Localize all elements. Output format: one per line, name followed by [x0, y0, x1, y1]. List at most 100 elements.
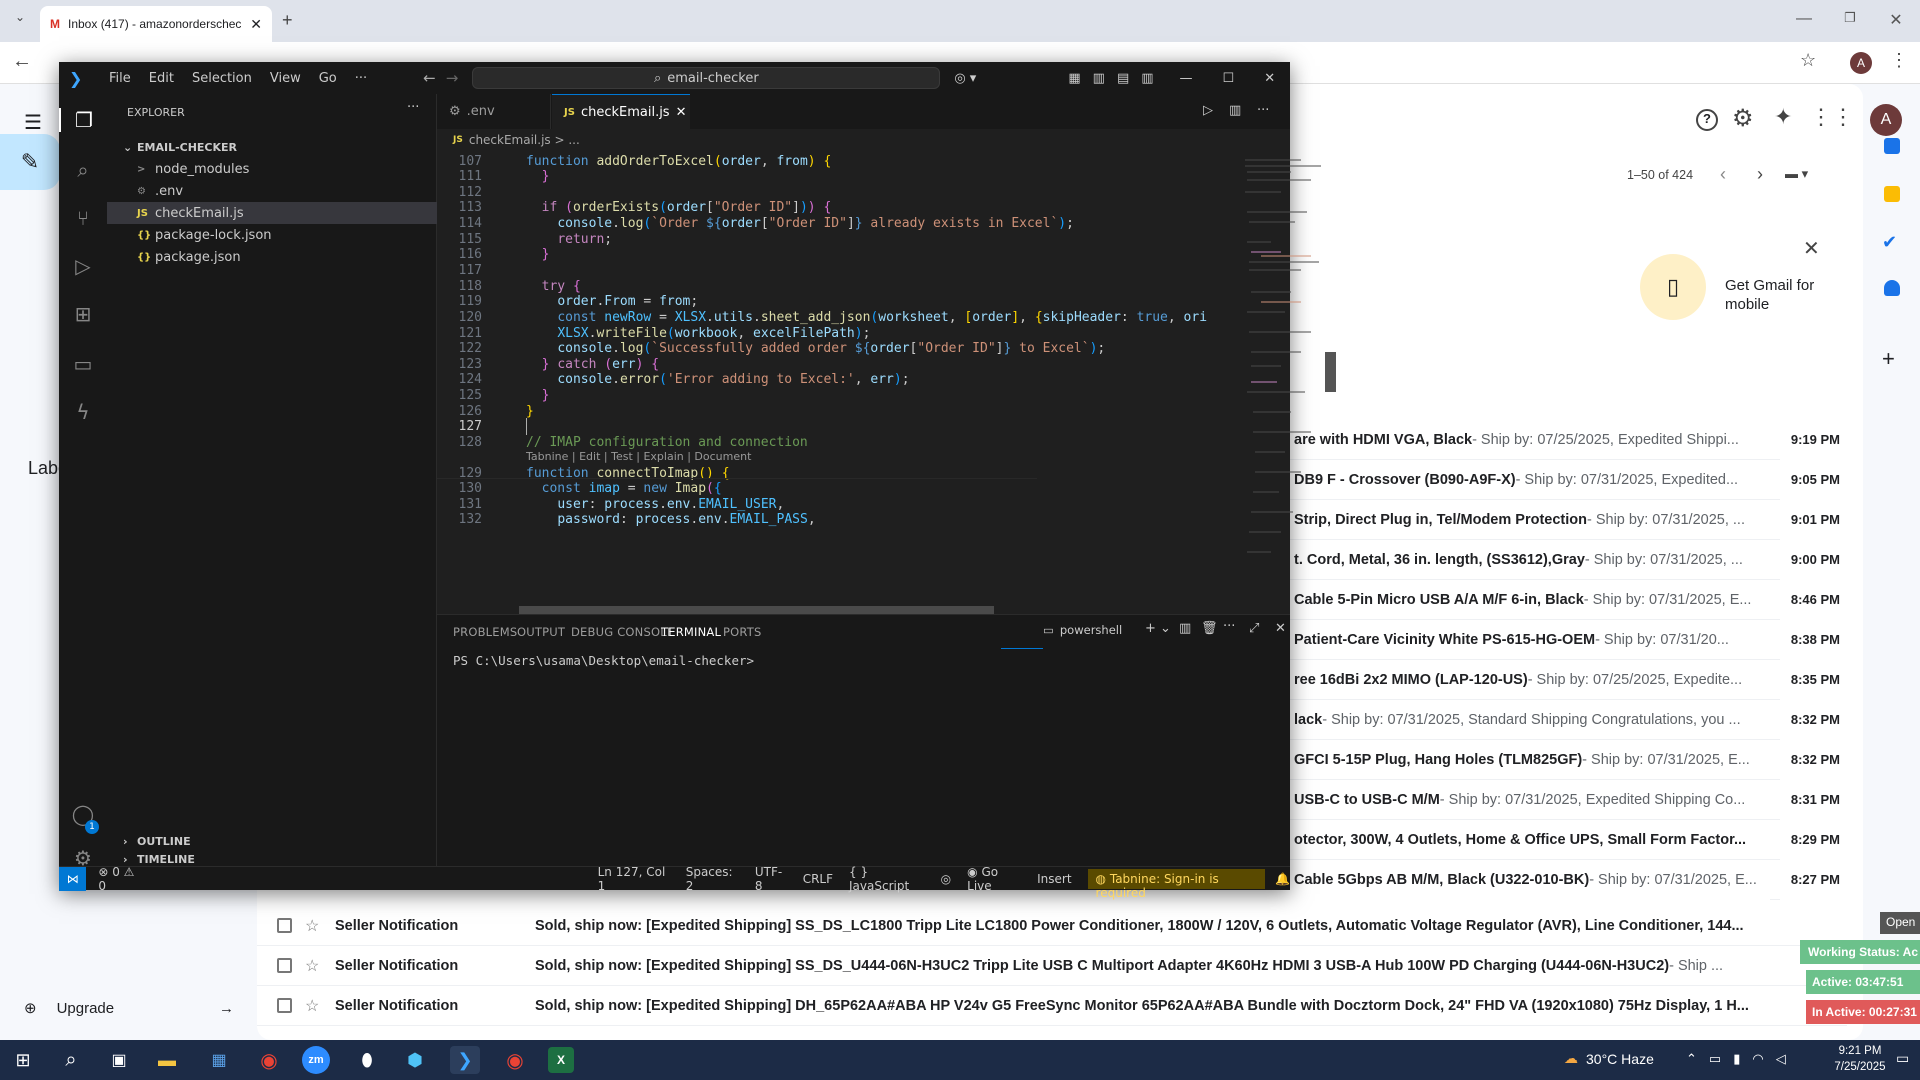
restore-window-icon[interactable]: ❐ — [1836, 10, 1864, 26]
apps-grid-icon[interactable]: ⋮⋮ — [1810, 104, 1854, 130]
list-item[interactable]: ☆ Seller Notification Sold, ship now: [E… — [257, 906, 1847, 946]
panel-tab-ports[interactable]: PORTS — [723, 625, 761, 639]
older-page-icon[interactable]: › — [1757, 164, 1763, 185]
file-package-lock-json[interactable]: {} package-lock.json — [107, 224, 437, 246]
network-icon[interactable]: ▭ — [1709, 1051, 1721, 1067]
editor-more-icon[interactable]: ··· — [1257, 103, 1269, 118]
toggle-secondary-sidebar-icon[interactable]: ▥ — [1141, 71, 1153, 86]
code-line[interactable]: // IMAP configuration and connection — [526, 435, 808, 450]
file-node-modules[interactable]: > node_modules — [107, 158, 437, 180]
code-line[interactable]: user: process.env.EMAIL_USER, — [526, 497, 784, 512]
select-checkbox[interactable] — [277, 958, 292, 973]
keep-icon[interactable] — [1884, 186, 1900, 202]
cursor-position[interactable]: Ln 127, Col 1 — [598, 865, 670, 893]
close-window-icon[interactable]: ✕ — [1882, 10, 1910, 30]
volume-icon[interactable]: ◁ — [1776, 1051, 1786, 1067]
menu-item[interactable]: Edit — [149, 71, 174, 86]
wifi-icon[interactable]: ◠ — [1752, 1051, 1763, 1067]
problems-count[interactable]: ⊗ 0 ⚠ 0 — [98, 865, 141, 893]
code-line[interactable]: const newRow = XLSX.utils.sheet_add_json… — [526, 310, 1207, 325]
start-windows-icon[interactable]: ⊞ — [8, 1046, 38, 1074]
profile-avatar[interactable]: A — [1850, 52, 1872, 74]
dismiss-promo-icon[interactable]: ✕ — [1803, 236, 1820, 261]
help-icon[interactable]: ? — [1696, 109, 1718, 131]
notification-center-icon[interactable]: ▭ — [1896, 1050, 1909, 1067]
panel-tab-debug-console[interactable]: DEBUG CONSOLE — [571, 625, 674, 639]
end-of-line[interactable]: CRLF — [803, 872, 833, 886]
list-item[interactable]: are with HDMI VGA, Black - Ship by: 07/2… — [1290, 420, 1780, 460]
code-line[interactable]: const imap = new Imap({ — [526, 481, 722, 496]
scrollbar-thumb[interactable] — [1325, 352, 1336, 392]
code-line[interactable]: } catch (err) { — [526, 357, 659, 372]
project-folder[interactable]: ⌄ EMAIL-CHECKER — [107, 136, 437, 158]
command-center-search[interactable]: ⌕ email-checker — [472, 67, 941, 89]
terminal-prompt[interactable]: PS C:\Users\usama\Desktop\email-checker> — [453, 653, 754, 668]
calendar-icon[interactable] — [1884, 138, 1900, 154]
star-icon[interactable]: ☆ — [305, 956, 319, 976]
app-drop-icon[interactable]: ⬮ — [352, 1046, 382, 1074]
menu-item[interactable]: ··· — [355, 71, 367, 86]
panel-tab-problems[interactable]: PROBLEMS — [453, 625, 517, 639]
chrome-profile-icon[interactable]: ◉ — [500, 1046, 530, 1074]
run-debug-icon[interactable]: ▷ — [71, 254, 95, 278]
compose-pencil-icon[interactable]: ✎ — [0, 134, 60, 190]
list-item[interactable]: Strip, Direct Plug in, Tel/Modem Protect… — [1290, 500, 1780, 540]
extensions-icon[interactable]: ⊞ — [71, 302, 95, 326]
file--env[interactable]: ⚙ .env — [107, 180, 437, 202]
explorer-files-icon[interactable]: ❐ — [59, 108, 107, 132]
split-terminal-icon[interactable]: ▥ — [1179, 621, 1191, 636]
clock[interactable]: 9:21 PM 7/25/2025 — [1830, 1043, 1890, 1075]
gemini-sparkle-icon[interactable]: ✦ — [1774, 104, 1792, 130]
customize-layout-icon[interactable]: ▦ — [1068, 71, 1080, 86]
chrome-icon[interactable]: ◉ — [254, 1046, 284, 1074]
upgrade-button[interactable]: ⊕ Upgrade → — [24, 994, 234, 1022]
list-item[interactable]: ☆ Seller Notification Sold, ship now: [E… — [257, 986, 1847, 1026]
star-icon[interactable]: ☆ — [305, 996, 319, 1016]
chevron-up-icon[interactable]: ⌃ — [1686, 1051, 1697, 1067]
tasks-icon[interactable]: ✔ — [1882, 232, 1897, 253]
list-item[interactable]: Cable 5-Pin Micro USB A/A M/F 6-in, Blac… — [1290, 580, 1780, 620]
horizontal-scrollbar[interactable] — [519, 606, 994, 614]
file-package-json[interactable]: {} package.json — [107, 246, 437, 268]
menu-item[interactable]: View — [270, 71, 301, 86]
tab-env[interactable]: ⚙ .env — [437, 94, 551, 129]
terminal-profile[interactable]: ▭ powershell — [1043, 623, 1122, 637]
list-item[interactable]: t. Cord, Metal, 36 in. length, (SS3612),… — [1290, 540, 1780, 580]
indentation[interactable]: Spaces: 2 — [686, 865, 739, 893]
store-icon[interactable]: ▦ — [204, 1046, 234, 1074]
browser-menu-icon[interactable]: ⋮ — [1890, 50, 1908, 71]
code-line[interactable]: order.From = from; — [526, 294, 698, 309]
code-line[interactable]: } — [526, 169, 550, 184]
code-line[interactable]: console.log(`Order ${order["Order ID"]} … — [526, 216, 1074, 231]
close-panel-icon[interactable]: ✕ — [1275, 621, 1289, 636]
tab-checkemail[interactable]: JS checkEmail.js ✕ — [552, 94, 690, 129]
zoom-icon[interactable]: zm — [302, 1046, 330, 1074]
list-item[interactable]: lack - Ship by: 07/31/2025, Standard Shi… — [1290, 700, 1780, 740]
kill-terminal-icon[interactable]: 🗑 — [1201, 621, 1218, 636]
nav-back-icon[interactable]: ← — [423, 69, 436, 87]
close-icon[interactable]: ✕ — [1264, 71, 1275, 86]
minimize-window-icon[interactable]: — — [1790, 10, 1818, 28]
code-line[interactable]: password: process.env.EMAIL_PASS, — [526, 512, 815, 527]
tabnine-codelens[interactable]: Tabnine | Edit | Test | Explain | Docume… — [526, 450, 751, 463]
search-icon[interactable]: ⌕ — [71, 158, 95, 182]
code-line[interactable]: } — [526, 404, 534, 419]
file-explorer-icon[interactable]: ▬ — [152, 1046, 182, 1074]
tabnine-bolt-icon[interactable]: ϟ — [71, 400, 95, 424]
menu-item[interactable]: Go — [319, 71, 337, 86]
tabnine-status[interactable]: ◍ Tabnine: Sign-in is required — [1087, 868, 1266, 900]
list-item[interactable]: Patient-Care Vicinity White PS-615-HG-OE… — [1290, 620, 1780, 660]
code-line[interactable]: return; — [526, 232, 612, 247]
settings-gear-icon[interactable]: ⚙ — [1732, 104, 1754, 133]
panel-more-icon[interactable]: ··· — [1223, 619, 1235, 634]
gmail-avatar[interactable]: A — [1870, 104, 1902, 136]
app-hex-icon[interactable]: ⬢ — [400, 1046, 430, 1074]
vscode-taskbar-icon[interactable]: ❯ — [450, 1046, 480, 1074]
excel-icon[interactable]: X — [548, 1047, 574, 1073]
new-terminal-icon[interactable]: + ⌄ — [1145, 621, 1171, 636]
minimize-icon[interactable]: — — [1180, 71, 1193, 86]
list-item[interactable]: ☆ Seller Notification Sold, ship now: [E… — [257, 946, 1847, 986]
remote-indicator-icon[interactable]: ⋈ — [59, 866, 87, 891]
search-icon[interactable]: ⌕ — [56, 1046, 86, 1074]
go-live-button[interactable]: ◉ Go Live — [967, 865, 1021, 893]
